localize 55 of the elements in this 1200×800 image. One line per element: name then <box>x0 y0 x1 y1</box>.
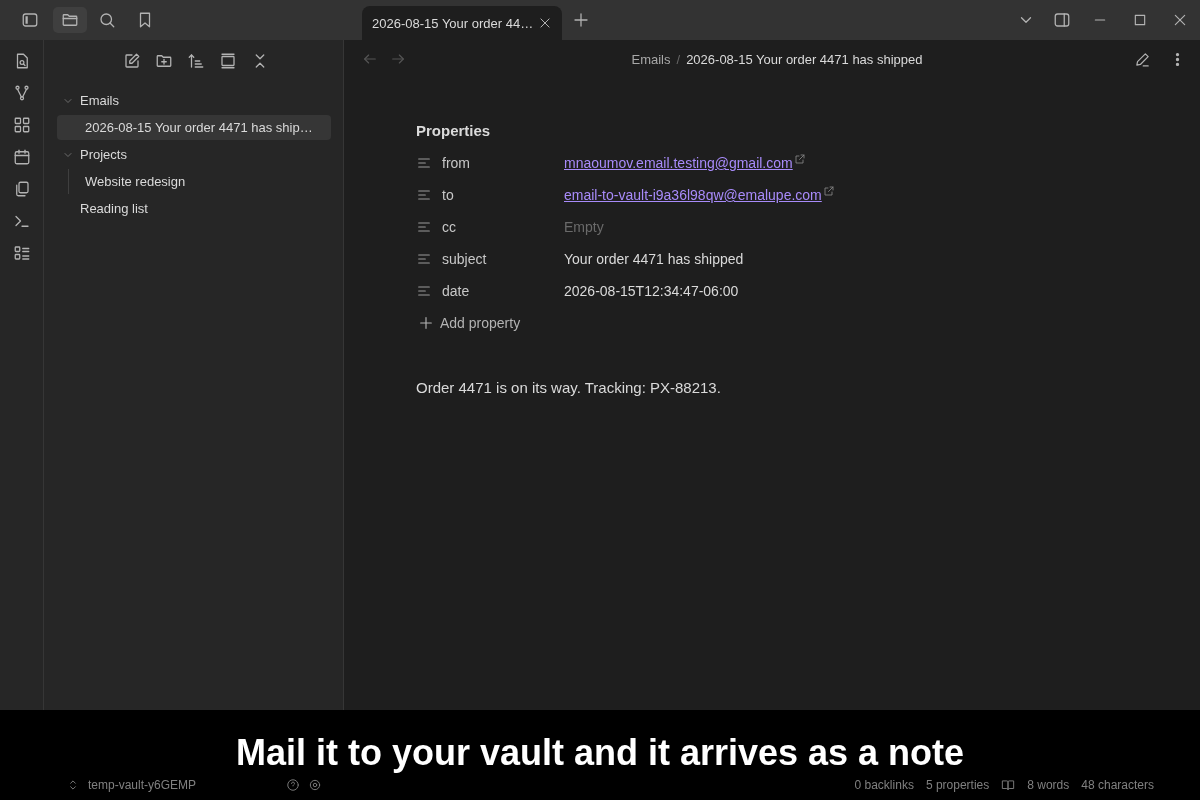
note-tab[interactable]: 2026-08-15 Your order 44… <box>362 6 562 40</box>
property-key[interactable]: cc <box>432 219 564 235</box>
close-icon[interactable] <box>538 16 552 30</box>
text-property-icon[interactable] <box>416 155 432 171</box>
property-key[interactable]: subject <box>432 251 564 267</box>
text-property-icon[interactable] <box>416 219 432 235</box>
text-property-icon[interactable] <box>416 251 432 267</box>
right-sidebar-icon[interactable] <box>1053 11 1071 29</box>
property-value[interactable]: Your order 4471 has shipped <box>564 251 744 267</box>
grid-icon[interactable] <box>12 116 31 134</box>
text-property-icon[interactable] <box>416 187 432 203</box>
tree-item[interactable]: Website redesign <box>57 169 331 194</box>
graph-icon[interactable] <box>12 84 31 102</box>
sort-icon[interactable] <box>186 52 205 70</box>
sidebar-toggle-icon[interactable] <box>21 11 39 29</box>
maximize-icon[interactable] <box>1132 12 1148 28</box>
email-link[interactable]: mnaoumov.email.testing@gmail.com <box>564 155 793 171</box>
status-item: 48 characters <box>1081 778 1154 792</box>
new-folder-icon[interactable] <box>154 52 173 70</box>
panel-icon[interactable] <box>218 52 237 70</box>
note-text: Order 4471 is on its way. Tracking: PX-88213. <box>416 379 722 396</box>
add-property-button[interactable]: Add property <box>416 311 525 335</box>
property-value[interactable]: 2026-08-15T12:34:47-06:00 <box>564 283 739 299</box>
tree-item[interactable]: Emails <box>56 88 331 113</box>
status-item: 8 words <box>1027 778 1070 792</box>
external-link-icon[interactable] <box>793 153 806 165</box>
email-link[interactable]: email-to-vault-i9a36l98qw@emalupe.com <box>564 187 822 203</box>
breadcrumb-item[interactable]: Emails <box>631 51 671 67</box>
property-key[interactable]: date <box>432 283 564 299</box>
close-icon[interactable] <box>1172 12 1188 28</box>
status-item: 0 backlinks <box>854 778 914 792</box>
text-property-icon[interactable] <box>416 283 432 299</box>
property-key[interactable]: to <box>432 187 564 203</box>
tree-item[interactable]: Reading list <box>56 196 331 221</box>
help-icon[interactable] <box>286 778 301 792</box>
external-link-icon[interactable] <box>822 185 835 197</box>
vault-name[interactable]: temp-vault-y6GEMP <box>88 778 197 792</box>
status-item: 5 properties <box>925 778 990 792</box>
property-key[interactable]: from <box>432 155 564 171</box>
new-note-icon[interactable] <box>122 52 141 70</box>
pencil-icon[interactable] <box>1134 50 1151 68</box>
plus-icon[interactable] <box>418 315 434 331</box>
caption-text: Mail it to your vault and it arrives as a note <box>235 732 965 774</box>
book-icon[interactable] <box>1001 778 1016 792</box>
properties-heading: Properties <box>416 122 492 139</box>
settings-icon[interactable] <box>308 778 323 792</box>
checklist-icon[interactable] <box>12 244 31 262</box>
search-icon[interactable] <box>98 11 116 29</box>
breadcrumb-separator: / <box>676 51 681 67</box>
tree-item[interactable]: 2026-08-15 Your order 4471 has ship… <box>57 115 331 140</box>
new-tab-icon[interactable] <box>572 11 590 29</box>
calendar-icon[interactable] <box>12 148 31 166</box>
folder-icon[interactable] <box>61 11 79 29</box>
tree-item[interactable]: Projects <box>56 142 331 167</box>
breadcrumb-item[interactable]: 2026-08-15 Your order 4471 has shipped <box>686 51 923 67</box>
